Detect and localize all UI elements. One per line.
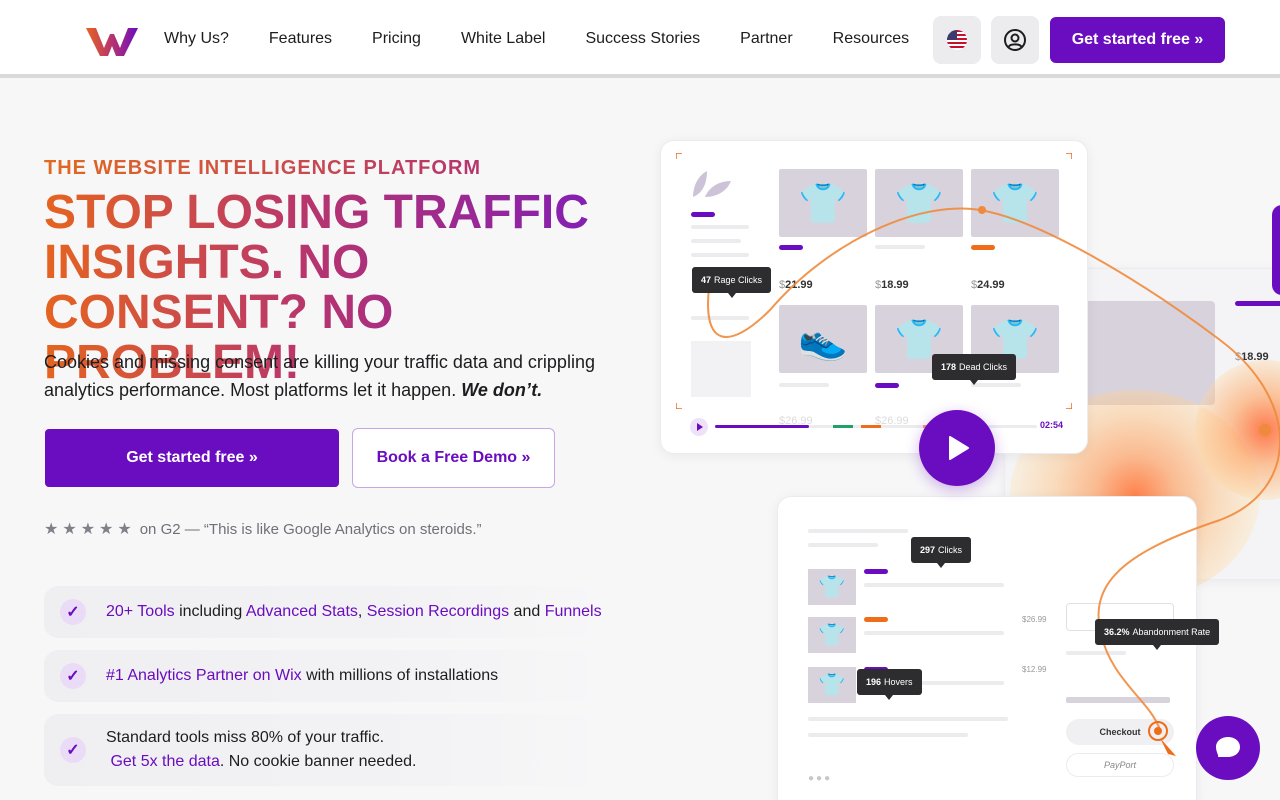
feature-link-wix-partner[interactable]: #1 Analytics Partner on Wix <box>106 667 302 684</box>
hero-subtext: Cookies and missing consent are killing … <box>44 348 634 404</box>
feature-link-session-recordings[interactable]: Session Recordings <box>367 603 509 620</box>
feature-link-funnels[interactable]: Funnels <box>545 603 602 620</box>
feature-text-part: . No cookie banner needed. <box>219 753 417 770</box>
feature-text: 20+ Tools including Advanced Stats, Sess… <box>106 600 602 624</box>
rating-stars-icon: ★★★★★ <box>44 521 136 538</box>
feature-item-wix: ✓ #1 Analytics Partner on Wix with milli… <box>44 650 604 702</box>
clicks-tooltip: 297 Clicks <box>911 537 972 568</box>
rage-clicks-tooltip: 47 Rage Clicks <box>692 267 772 298</box>
language-button[interactable] <box>933 16 981 64</box>
feature-link-tools[interactable]: 20+ Tools <box>106 603 175 620</box>
user-icon <box>1004 29 1026 51</box>
play-video-button[interactable] <box>919 410 995 486</box>
feature-link-5x-data[interactable]: Get 5x the data <box>110 753 219 770</box>
play-icon <box>949 436 969 460</box>
feature-text-part: including <box>174 603 246 620</box>
abandonment-tooltip: 36.2% Abandonment Rate <box>1095 619 1220 650</box>
feature-text: #1 Analytics Partner on Wix with million… <box>106 664 498 688</box>
nav-link-white-label[interactable]: White Label <box>461 30 546 48</box>
review-text: on G2 — “This is like Google Analytics o… <box>139 520 482 538</box>
feature-item-tools: ✓ 20+ Tools including Advanced Stats, Se… <box>44 586 604 638</box>
top-nav: Why Us? Features Pricing White Label Suc… <box>0 0 1280 78</box>
us-flag-icon <box>947 30 967 50</box>
feature-text-part: with millions of installations <box>301 667 499 684</box>
book-demo-button[interactable]: Book a Free Demo » <box>352 428 555 488</box>
dead-clicks-tooltip: 178 Dead Clicks <box>932 354 1017 385</box>
feature-text-part: and <box>509 603 545 620</box>
nav-links: Why Us? Features Pricing White Label Suc… <box>164 0 949 78</box>
check-icon: ✓ <box>60 737 86 763</box>
nav-link-why-us[interactable]: Why Us? <box>164 30 229 48</box>
feature-text: Standard tools miss 80% of your traffic.… <box>106 726 416 774</box>
nav-link-features[interactable]: Features <box>269 30 332 48</box>
check-icon: ✓ <box>60 599 86 625</box>
feature-text-line: Standard tools miss 80% of your traffic. <box>106 729 385 746</box>
cursor-icon <box>1148 721 1176 756</box>
check-icon: ✓ <box>60 663 86 689</box>
account-button[interactable] <box>991 16 1039 64</box>
nav-link-pricing[interactable]: Pricing <box>372 30 421 48</box>
g2-review: ★★★★★ on G2 — “This is like Google Analy… <box>44 519 482 539</box>
nav-link-partner[interactable]: Partner <box>740 30 792 48</box>
hero-eyebrow: THE WEBSITE INTELLIGENCE PLATFORM <box>44 157 482 179</box>
chat-launcher-button[interactable] <box>1196 716 1260 780</box>
hovers-tooltip: 196 Hovers <box>857 669 922 700</box>
brand-logo[interactable] <box>86 24 138 56</box>
hero-subtext-bold: We don’t. <box>461 380 543 400</box>
nav-link-success-stories[interactable]: Success Stories <box>585 30 700 48</box>
carousel-dots: ●●● <box>808 773 833 784</box>
get-started-button[interactable]: Get started free » <box>45 429 339 487</box>
feature-text-part: , <box>357 603 367 620</box>
nav-link-resources[interactable]: Resources <box>833 30 909 48</box>
feature-link-advanced-stats[interactable]: Advanced Stats <box>246 603 358 620</box>
nav-get-started-button[interactable]: Get started free » <box>1050 17 1225 63</box>
chat-bubble-icon <box>1216 737 1240 757</box>
feature-item-data: ✓ Standard tools miss 80% of your traffi… <box>44 714 604 786</box>
